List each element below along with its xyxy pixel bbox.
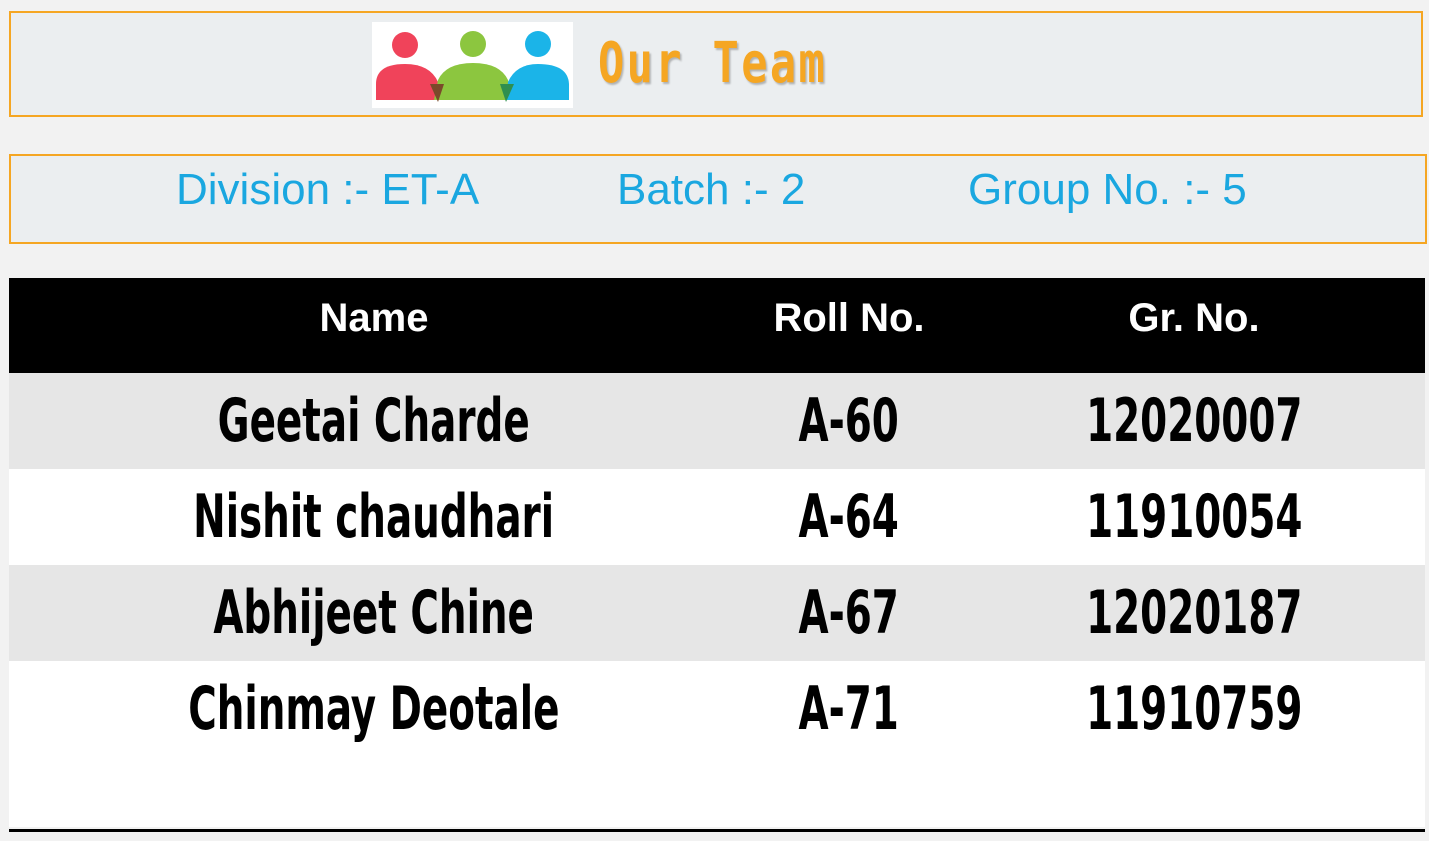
table-footer-space [9,757,1425,827]
cell-roll-text: A-67 [798,578,900,648]
cell-roll-text: A-64 [798,482,900,552]
cell-name: Geetai Charde [9,373,739,469]
cell-name-text: Nishit chaudhari [193,482,555,552]
table-header: Name Roll No. Gr. No. [9,278,1425,373]
team-table: Name Roll No. Gr. No. Geetai Charde A-60… [9,278,1425,827]
cell-roll: A-64 [739,469,959,565]
cell-roll: A-67 [739,565,959,661]
team-page: Our Team Division :- ET-A Batch :- 2 Gro… [0,0,1429,841]
batch-label: Batch :- 2 [617,165,806,214]
cell-gr-text: 11910054 [1085,482,1303,552]
cell-gr: 11910054 [959,469,1429,565]
cell-gr-text: 11910759 [1085,674,1303,744]
header-gr-no: Gr. No. [1128,296,1260,340]
table-row: Nishit chaudhari A-64 11910054 [9,469,1425,565]
table-row: Abhijeet Chine A-67 12020187 [9,565,1425,661]
header-roll-no: Roll No. [773,296,925,340]
header-name: Name [319,296,429,340]
cell-name-text: Abhijeet Chine [213,578,535,648]
page-title: Our Team [598,31,828,96]
team-logo [372,22,573,108]
cell-gr: 11910759 [959,661,1429,757]
team-people-icon [376,31,569,102]
table-row: Chinmay Deotale A-71 11910759 [9,661,1425,757]
cell-gr: 12020007 [959,373,1429,469]
cell-gr: 12020187 [959,565,1429,661]
group-label: Group No. :- 5 [968,165,1247,214]
cell-roll-text: A-71 [798,674,900,744]
cell-roll: A-71 [739,661,959,757]
cell-name-text: Chinmay Deotale [188,674,560,744]
division-label: Division :- ET-A [176,165,480,214]
cell-roll: A-60 [739,373,959,469]
cell-name: Abhijeet Chine [9,565,739,661]
cell-name-text: Geetai Charde [217,386,531,456]
bottom-divider [9,829,1425,832]
cell-name: Nishit chaudhari [9,469,739,565]
cell-gr-text: 12020007 [1085,386,1303,456]
cell-name: Chinmay Deotale [9,661,739,757]
table-row: Geetai Charde A-60 12020007 [9,373,1425,469]
cell-roll-text: A-60 [798,386,900,456]
cell-gr-text: 12020187 [1085,578,1303,648]
